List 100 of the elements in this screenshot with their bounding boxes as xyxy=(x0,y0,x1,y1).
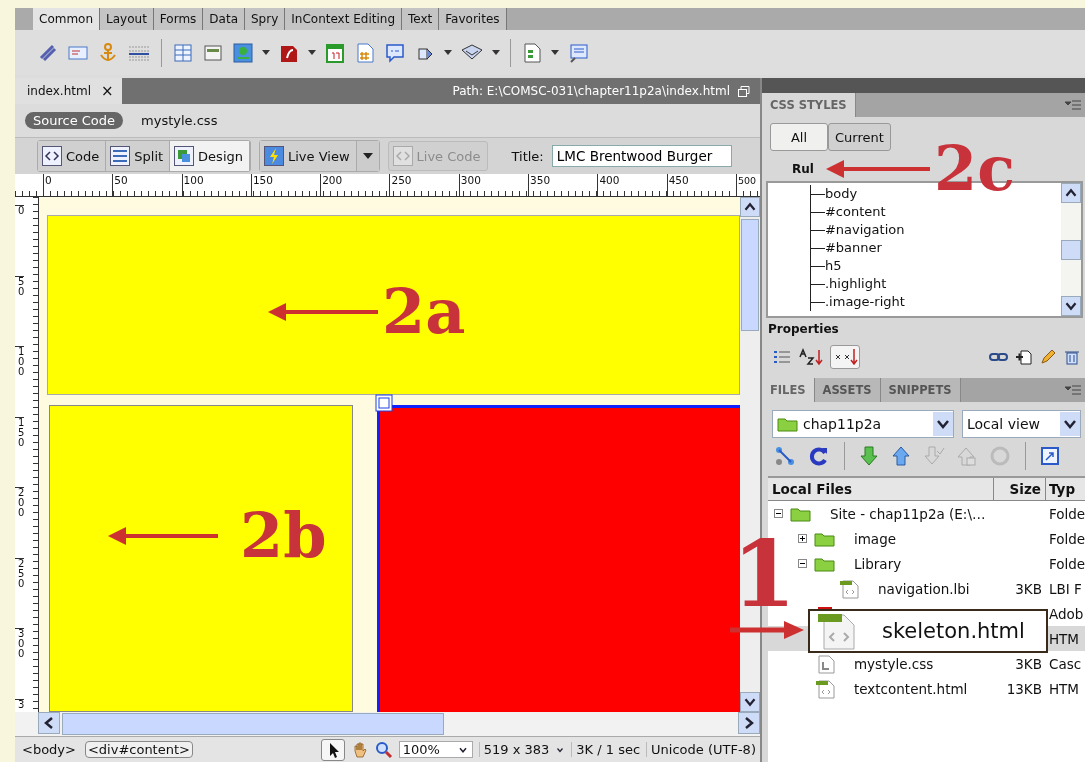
site-dropdown[interactable]: chap11p2a xyxy=(771,410,954,438)
insert-tab[interactable]: InContext Editing xyxy=(285,8,403,30)
scroll-thumb[interactable] xyxy=(1061,239,1082,260)
pointer-icon[interactable] xyxy=(320,738,345,761)
insert-tab[interactable]: Forms xyxy=(153,8,204,30)
file-name[interactable]: Library xyxy=(853,555,902,572)
view-button[interactable]: Code xyxy=(38,141,107,171)
related-file[interactable]: Source Code xyxy=(25,112,124,129)
delete-icon[interactable] xyxy=(1063,348,1082,366)
search-icon[interactable] xyxy=(374,740,393,759)
related-file[interactable]: mystyle.css xyxy=(133,112,226,129)
live-view-menu-button[interactable] xyxy=(356,141,379,171)
scroll-left-icon[interactable] xyxy=(38,712,60,734)
scroll-up-icon[interactable] xyxy=(1061,183,1082,203)
document-tab[interactable]: index.html × xyxy=(15,78,122,104)
scroll-up-icon[interactable] xyxy=(739,197,760,217)
caret-icon[interactable] xyxy=(308,49,316,56)
list-view-icon[interactable] xyxy=(771,349,792,365)
edit-icon[interactable] xyxy=(1039,348,1058,366)
zoom-dropdown[interactable]: 100% xyxy=(398,741,473,758)
ruler-label: 150 xyxy=(250,174,321,196)
table-icon[interactable] xyxy=(172,41,194,64)
file-name[interactable]: mystyle.css xyxy=(853,655,934,672)
file-row[interactable]: mystyle.css 3KB Casc xyxy=(767,651,1085,676)
hash-icon[interactable] xyxy=(354,41,376,64)
panel-tab[interactable]: FILES xyxy=(761,378,815,402)
file-row[interactable]: Site - chap11p2a (E:\… Folde xyxy=(767,501,1085,526)
check-out-icon[interactable] xyxy=(922,445,945,467)
refresh-icon[interactable] xyxy=(807,445,830,467)
page-icon[interactable] xyxy=(567,41,589,64)
scroll-thumb[interactable] xyxy=(740,219,759,331)
insert-tab[interactable]: Favorites xyxy=(439,8,507,30)
panel-tab[interactable]: ASSETS xyxy=(814,378,881,402)
caret-icon[interactable] xyxy=(551,49,559,56)
file-name[interactable]: Site - chap11p2a (E:\… xyxy=(829,505,986,522)
file-type: HTM xyxy=(1048,630,1079,647)
new-rule-icon[interactable] xyxy=(1015,348,1034,366)
file-name[interactable]: navigation.lbi xyxy=(877,580,970,597)
set-properties-icon[interactable] xyxy=(829,345,860,369)
column-header[interactable]: Local Files xyxy=(767,478,994,500)
file-name[interactable]: image xyxy=(853,530,897,547)
close-icon[interactable]: × xyxy=(101,82,114,100)
rules-heading: Rul xyxy=(791,162,814,176)
collapse-icon[interactable] xyxy=(773,509,783,518)
file-name[interactable]: textcontent.html xyxy=(853,680,968,697)
document-tab-label[interactable]: index.html xyxy=(27,84,91,98)
ruler-label: 450 xyxy=(666,174,736,196)
panel-menu-icon[interactable] xyxy=(1065,385,1082,395)
scroll-right-icon[interactable] xyxy=(737,712,760,734)
panel-tab[interactable]: SNIPPETS xyxy=(880,378,961,402)
chevron-down-icon[interactable] xyxy=(1060,412,1081,436)
insert-tab[interactable]: Spry xyxy=(245,8,286,30)
insert-tab[interactable]: Text xyxy=(402,8,440,30)
mode-toggle[interactable]: All xyxy=(769,123,828,151)
link-icon[interactable] xyxy=(989,350,1010,364)
column-header[interactable]: Size xyxy=(993,478,1046,500)
file-type: LBI F xyxy=(1048,580,1082,597)
caret-icon[interactable] xyxy=(444,49,452,56)
column-header[interactable]: Typ xyxy=(1045,478,1085,500)
caret-icon[interactable] xyxy=(362,153,373,160)
connect-icon[interactable] xyxy=(773,445,796,467)
restore-icon[interactable] xyxy=(737,85,750,97)
title-field[interactable]: LMC Brentwood Burger xyxy=(551,145,732,167)
chevron-down-icon[interactable] xyxy=(932,412,953,436)
tag-selector[interactable]: <div#content> xyxy=(84,741,193,758)
vertical-scrollbar[interactable] xyxy=(1061,183,1082,316)
image-icon[interactable] xyxy=(232,41,254,64)
panel-menu-icon[interactable] xyxy=(1065,100,1082,110)
calendar-icon[interactable] xyxy=(324,41,346,64)
insert-tab[interactable]: Data xyxy=(203,8,245,30)
file-row[interactable]: textcontent.html 13KB HTM xyxy=(767,676,1085,701)
mode-toggle[interactable]: Current xyxy=(827,123,891,151)
comment-icon[interactable] xyxy=(384,41,406,64)
template-icon[interactable] xyxy=(521,41,543,64)
view-button[interactable]: Design xyxy=(170,141,250,171)
tag-selector[interactable]: <body> xyxy=(19,741,79,758)
expand-icon[interactable] xyxy=(797,534,807,543)
panel-tab[interactable]: CSS STYLES xyxy=(761,93,856,117)
down-arrow-icon[interactable] xyxy=(858,445,879,467)
view-dropdown[interactable]: Local view xyxy=(961,410,1082,438)
selection-handle-icon[interactable] xyxy=(375,394,393,412)
live-view-button[interactable]: Live View xyxy=(260,141,357,171)
scroll-thumb[interactable] xyxy=(62,713,444,735)
ruler-label: 50 xyxy=(15,275,25,346)
insert-tab[interactable]: Layout xyxy=(100,8,154,30)
ruler-label: 200 xyxy=(320,174,390,196)
caret-icon[interactable] xyxy=(492,49,500,56)
horizontal-scrollbar[interactable] xyxy=(15,712,760,736)
collapse-icon[interactable] xyxy=(797,559,807,568)
ruler-label: 250 xyxy=(389,174,459,196)
up-arrow-icon[interactable] xyxy=(890,445,911,467)
scroll-down-icon[interactable] xyxy=(739,692,760,712)
insert-tab[interactable]: Common xyxy=(33,8,101,30)
scroll-down-icon[interactable] xyxy=(1061,296,1082,316)
view-button[interactable]: Split xyxy=(106,141,171,171)
sort-icon[interactable] xyxy=(797,348,824,366)
caret-icon[interactable] xyxy=(262,49,270,56)
dragged-file-tooltip[interactable]: skeleton.html xyxy=(807,609,1048,653)
download-size: 3K / 1 sec xyxy=(571,742,641,757)
window-size[interactable]: 519 x 383 xyxy=(478,742,550,757)
